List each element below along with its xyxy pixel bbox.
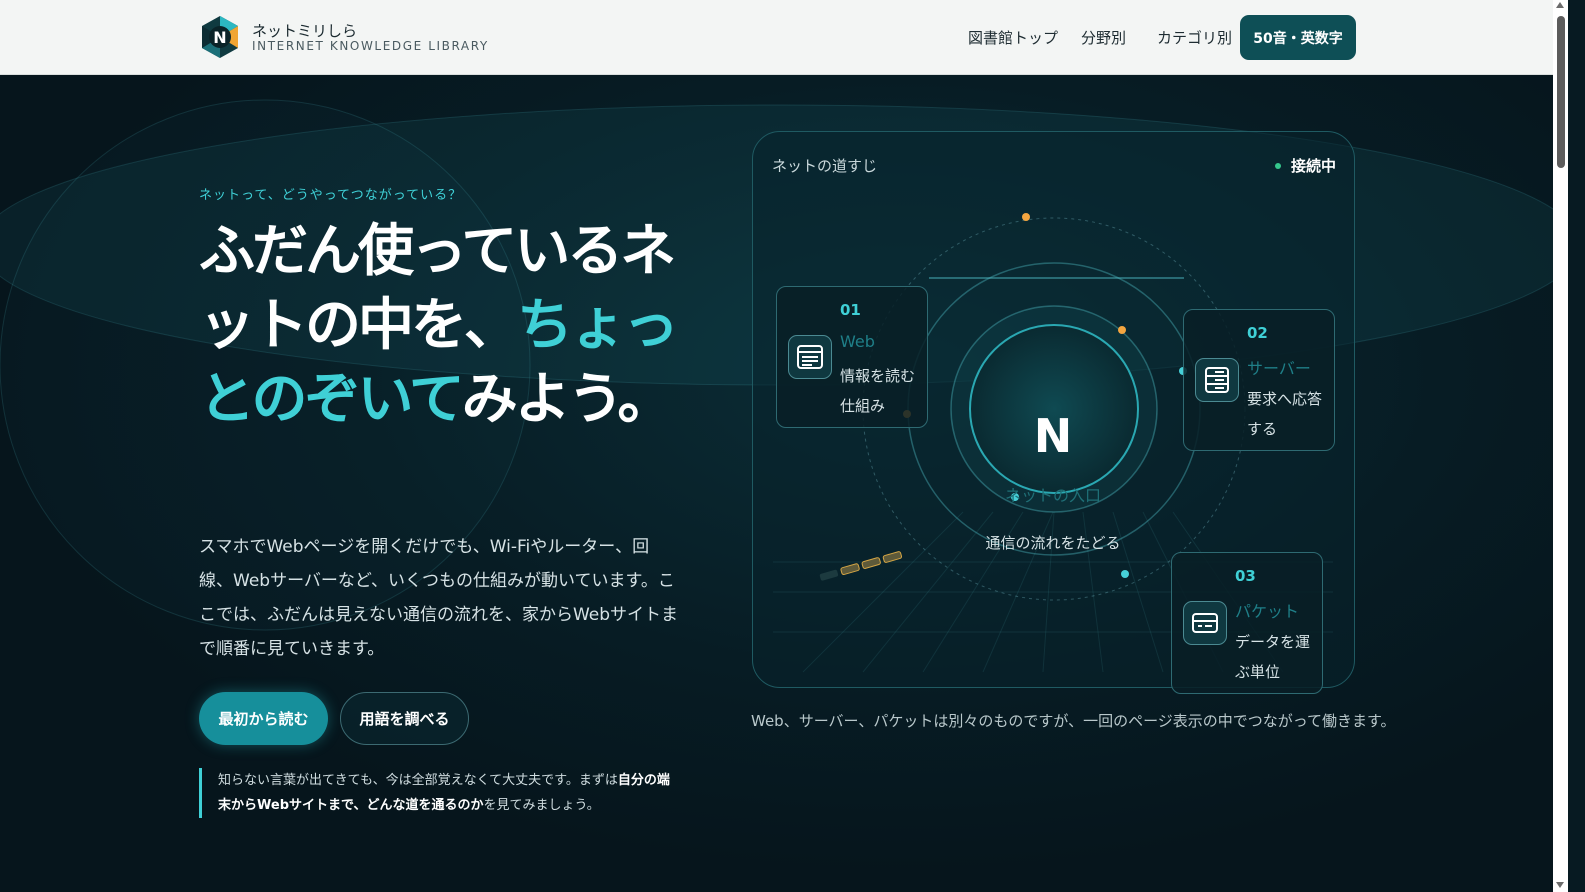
logo-icon[interactable]: N: [200, 15, 240, 59]
packet-icon: [1183, 601, 1227, 645]
nav-by-category[interactable]: カテゴリ別: [1157, 27, 1232, 48]
hero-note: 知らない言葉が出てきても、今は全部覚えなくて大丈夫です。まずは自分の端末からWe…: [199, 768, 674, 818]
status-dot-icon: [1274, 162, 1281, 169]
card-name: パケット: [1235, 602, 1300, 621]
card-name: サーバー: [1247, 359, 1311, 378]
note-part1: 知らない言葉が出てきても、今は全部覚えなくて大丈夫です。まずは: [218, 773, 618, 788]
card-number: 03: [1235, 567, 1256, 585]
card-description: データを運ぶ単位: [1235, 633, 1311, 681]
card-packet[interactable]: 03 パケット データを運ぶ単位: [1171, 552, 1323, 694]
note-part2: を見てみましょう。: [483, 798, 600, 813]
scroll-up-arrow-icon[interactable]: [1556, 2, 1564, 8]
core-sub-label: ネットの入口: [1004, 486, 1101, 505]
brand-name-en[interactable]: INTERNET KNOWLEDGE LIBRARY: [252, 39, 489, 53]
connection-status: 接続中: [1274, 155, 1336, 176]
hero-title-part2: みよう。: [461, 367, 674, 432]
nav-library-top[interactable]: 図書館トップ: [968, 27, 1058, 48]
core-caption: 通信の流れをたどる: [985, 534, 1121, 552]
search-terms-button[interactable]: 用語を調べる: [340, 692, 469, 745]
card-number: 01: [840, 301, 861, 319]
card-name: Web: [840, 332, 875, 351]
card-server[interactable]: 02 サーバー 要求へ応答する: [1183, 309, 1335, 451]
card-description: 情報を読む仕組み: [840, 367, 916, 415]
hero-title: ふだん使っているネットの中を、ちょっとのぞいてみよう。: [199, 215, 689, 437]
card-description: 要求へ応答する: [1247, 390, 1323, 438]
browser-icon: [788, 335, 832, 379]
scroll-thumb[interactable]: [1557, 16, 1565, 168]
core-letter: N: [1033, 409, 1073, 463]
page-scrollbar[interactable]: [1553, 0, 1568, 892]
server-icon: [1195, 358, 1239, 402]
scroll-down-arrow-icon[interactable]: [1556, 882, 1564, 888]
panel-title: ネットの道すじ: [772, 157, 878, 175]
read-from-start-button[interactable]: 最初から読む: [199, 692, 328, 745]
panel-caption: Web、サーバー、パケットは別々のものですが、一回のページ表示の中でつながって働…: [751, 712, 1396, 730]
logo-letter: N: [213, 28, 226, 47]
card-number: 02: [1247, 324, 1268, 342]
hero-lead: スマホでWebページを開くだけでも、Wi-Fiやルーター、回線、Webサーバーな…: [199, 537, 679, 659]
nav-by-field[interactable]: 分野別: [1081, 27, 1126, 48]
nav-index-button[interactable]: 50音・英数字: [1240, 15, 1356, 60]
card-web[interactable]: 01 Web 情報を読む仕組み: [776, 286, 928, 428]
brand-name-jp[interactable]: ネットミリしら: [252, 20, 357, 41]
hero-eyebrow: ネットって、どうやってつながっている？: [199, 188, 463, 203]
site-header: N ネットミリしら INTERNET KNOWLEDGE LIBRARY 図書館…: [0, 0, 1568, 75]
status-label: 接続中: [1290, 157, 1336, 175]
